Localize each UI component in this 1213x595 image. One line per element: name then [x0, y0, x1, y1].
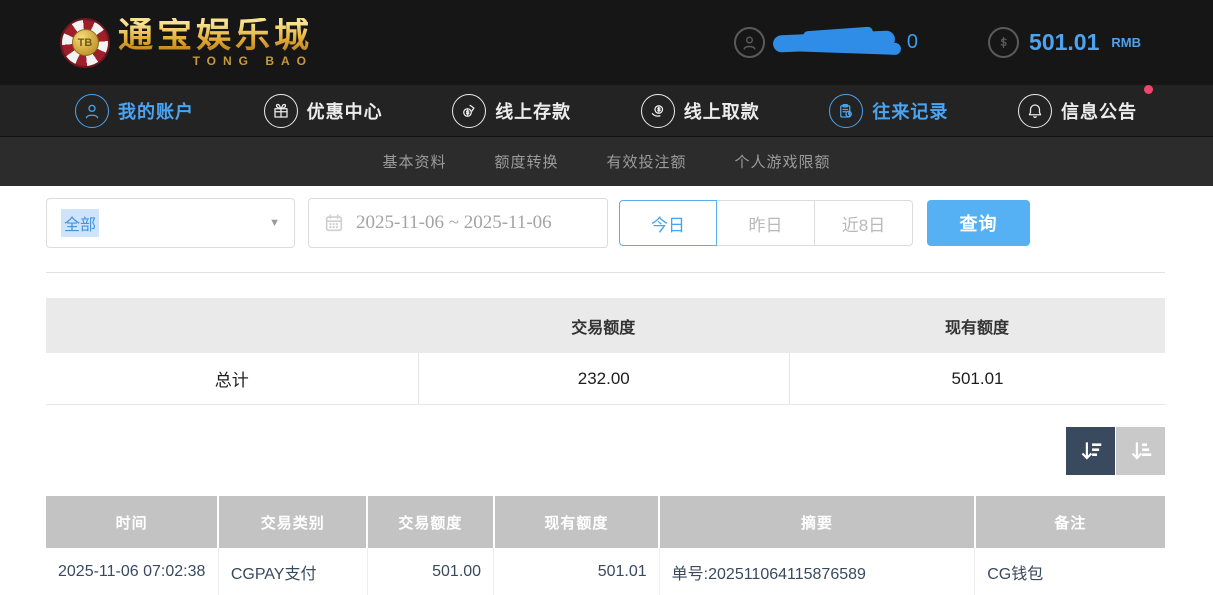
user-icon — [734, 27, 765, 58]
table-row: 2025-11-06 07:02:38 CGPAY支付 501.00 501.0… — [46, 548, 1165, 595]
date-range-input[interactable]: 2025-11-06 ~ 2025-11-06 — [308, 198, 608, 248]
nav-item-records[interactable]: 往来记录 — [829, 94, 948, 128]
cell-type: CGPAY支付 — [218, 548, 367, 595]
balance-display[interactable]: 501.01 RMB — [988, 27, 1141, 58]
subnav-item-credit-transfer[interactable]: 额度转换 — [494, 151, 558, 172]
col-header-balance: 现有额度 — [494, 496, 660, 548]
transactions-table-header: 时间 交易类别 交易额度 现有额度 摘要 备注 — [46, 496, 1165, 548]
summary-header-current-balance: 现有额度 — [789, 314, 1165, 338]
nav-item-promotions[interactable]: 优惠中心 — [264, 94, 383, 128]
deposit-coin-hand-icon — [452, 94, 486, 128]
sub-nav: 基本资料 额度转换 有效投注额 个人游戏限额 — [0, 137, 1213, 186]
today-button[interactable]: 今日 — [619, 200, 717, 246]
section-divider — [46, 272, 1165, 273]
sort-descending-button[interactable] — [1066, 427, 1115, 475]
quick-date-button-group: 今日 昨日 近8日 — [619, 200, 913, 246]
summary-table: 交易额度 现有额度 总计 232.00 501.01 — [46, 298, 1165, 405]
summary-total-label: 总计 — [46, 353, 418, 404]
sort-ascending-icon — [1128, 438, 1154, 464]
site-logo[interactable]: TB 通宝娱乐城 TONG BAO — [62, 18, 313, 67]
transaction-type-dropdown[interactable]: 全部 ▼ — [46, 198, 295, 248]
sort-ascending-button[interactable] — [1116, 427, 1165, 475]
nav-item-my-account[interactable]: 我的账户 — [75, 94, 194, 128]
summary-total-current-balance: 501.01 — [789, 353, 1165, 404]
casino-chip-icon: TB — [62, 20, 108, 66]
username-redaction-scribble — [773, 31, 899, 54]
username-suffix: 0 — [907, 31, 918, 54]
query-button[interactable]: 查询 — [927, 200, 1030, 246]
summary-table-header: 交易额度 现有额度 — [46, 298, 1165, 353]
subnav-item-valid-bets[interactable]: 有效投注额 — [607, 151, 687, 172]
balance-currency: RMB — [1111, 35, 1141, 50]
dropdown-selected-value: 全部 — [61, 209, 99, 237]
sort-controls — [46, 427, 1165, 475]
cell-remark: CG钱包 — [975, 548, 1165, 595]
transactions-table: 时间 交易类别 交易额度 现有额度 摘要 备注 2025-11-06 07:02… — [46, 496, 1165, 595]
nav-item-withdraw[interactable]: 线上取款 — [641, 94, 760, 128]
chip-monogram: TB — [72, 29, 99, 56]
col-header-summary: 摘要 — [659, 496, 975, 548]
withdraw-coin-hand-icon — [641, 94, 675, 128]
cell-time: 2025-11-06 07:02:38 — [46, 548, 218, 595]
yesterday-button[interactable]: 昨日 — [717, 200, 815, 246]
cell-amount: 501.00 — [367, 548, 493, 595]
site-title: 通宝娱乐城 — [118, 18, 313, 53]
site-subtitle: TONG BAO — [193, 55, 313, 67]
top-header: TB 通宝娱乐城 TONG BAO 0 501.01 — [0, 0, 1213, 85]
col-header-time: 时间 — [46, 496, 218, 548]
balance-amount: 501.01 — [1029, 29, 1099, 56]
chevron-down-icon: ▼ — [269, 217, 280, 229]
subnav-item-game-limits[interactable]: 个人游戏限额 — [735, 151, 831, 172]
bell-icon — [1018, 94, 1052, 128]
last-8-days-button[interactable]: 近8日 — [815, 200, 913, 246]
account-icon — [75, 94, 109, 128]
dollar-icon — [988, 27, 1019, 58]
content-area: 全部 ▼ 2025-11-06 ~ 2025-11-06 今日 昨日 近8日 查… — [0, 186, 1213, 595]
summary-header-transaction-amount: 交易额度 — [418, 314, 790, 338]
subnav-item-basic-info[interactable]: 基本资料 — [382, 151, 446, 172]
date-range-value: 2025-11-06 ~ 2025-11-06 — [356, 212, 552, 234]
records-clipboard-icon — [829, 94, 863, 128]
summary-total-transaction-amount: 232.00 — [418, 353, 790, 404]
col-header-amount: 交易额度 — [367, 496, 493, 548]
summary-total-row: 总计 232.00 501.01 — [46, 353, 1165, 405]
nav-item-deposit[interactable]: 线上存款 — [452, 94, 571, 128]
notification-badge — [1144, 85, 1153, 94]
filter-row: 全部 ▼ 2025-11-06 ~ 2025-11-06 今日 昨日 近8日 查… — [46, 198, 1165, 248]
username-display[interactable]: 0 — [734, 27, 918, 58]
col-header-remark: 备注 — [975, 496, 1165, 548]
cell-summary: 单号:202511064115876589 — [659, 548, 975, 595]
nav-item-announcements[interactable]: 信息公告 — [1018, 94, 1137, 128]
header-right: 0 501.01 RMB — [734, 27, 1141, 58]
calendar-icon — [323, 212, 345, 234]
gift-icon — [264, 94, 298, 128]
main-nav: 我的账户 优惠中心 线上存款 线上取款 往来记录 信息公告 — [0, 85, 1213, 137]
sort-descending-icon — [1078, 438, 1104, 464]
cell-balance: 501.01 — [494, 548, 660, 595]
col-header-type: 交易类别 — [218, 496, 367, 548]
